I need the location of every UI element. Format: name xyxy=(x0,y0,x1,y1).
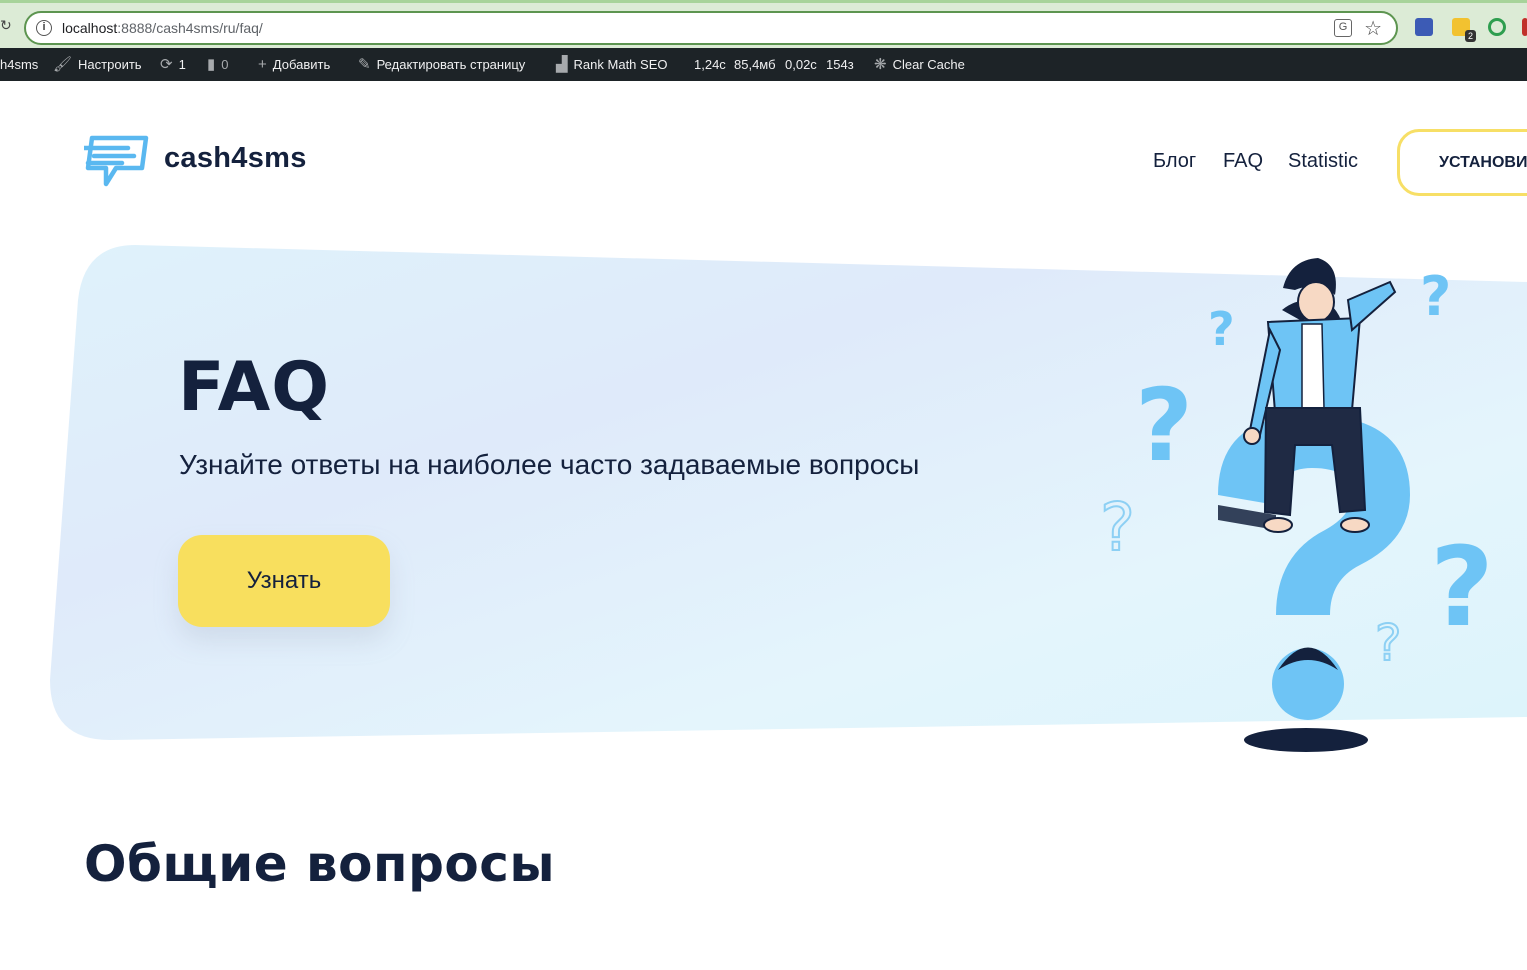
admin-customize-label: Настроить xyxy=(78,57,142,72)
admin-stat-memory[interactable]: 85,4мб xyxy=(734,48,776,81)
install-button[interactable]: УСТАНОВИТЬ xyxy=(1397,129,1527,196)
admin-edit-page[interactable]: ✎ Редактировать страницу xyxy=(358,48,525,81)
admin-clear-cache-label: Clear Cache xyxy=(892,57,965,72)
nav-faq[interactable]: FAQ xyxy=(1223,150,1263,173)
hero-subtitle: Узнайте ответы на наиболее часто задавае… xyxy=(179,449,920,480)
updates-count: 1 xyxy=(178,57,186,72)
admin-site-name[interactable]: h4sms xyxy=(0,48,38,81)
learn-button[interactable]: Узнать xyxy=(178,535,390,627)
address-bar[interactable]: i localhost:8888/cash4sms/ru/faq/ G ☆ xyxy=(24,11,1398,45)
question-mark-icon: ? xyxy=(1420,265,1451,328)
logo-text: cash4sms xyxy=(164,142,307,174)
extension-icon[interactable] xyxy=(1415,18,1433,36)
question-mark-outline-icon: ? xyxy=(1375,614,1402,672)
admin-stat-time[interactable]: 1,24с xyxy=(694,48,726,81)
nav-blog[interactable]: Блог xyxy=(1153,150,1196,173)
admin-clear-cache[interactable]: ❋ Clear Cache xyxy=(874,48,965,81)
extension-icon[interactable] xyxy=(1522,18,1527,36)
rank-math-icon: ▟ xyxy=(556,56,568,73)
admin-add-new[interactable]: + Добавить xyxy=(258,48,330,81)
bookmark-star-icon[interactable]: ☆ xyxy=(1364,16,1382,41)
admin-updates[interactable]: ⟳ 1 xyxy=(160,48,186,81)
updates-icon: ⟳ xyxy=(160,56,173,73)
extension-icon[interactable]: 2 xyxy=(1452,18,1476,42)
site-info-icon[interactable]: i xyxy=(36,20,52,36)
chat-logo-icon xyxy=(84,135,149,187)
pencil-icon: ✎ xyxy=(358,56,371,73)
question-mark-icon: ? xyxy=(1208,302,1235,356)
admin-comments[interactable]: ▮ 0 xyxy=(207,48,229,81)
wp-admin-bar: h4sms 🖌 Настроить ⟳ 1 ▮ 0 + Добавить ✎ Редакт… xyxy=(0,48,1527,81)
brush-icon: 🖌 xyxy=(53,56,73,73)
admin-rank-math[interactable]: ▟ Rank Math SEO xyxy=(556,48,667,81)
extension-badge: 2 xyxy=(1464,30,1476,42)
url-text[interactable]: localhost:8888/cash4sms/ru/faq/ xyxy=(62,20,263,36)
admin-stat-query-time[interactable]: 0,02с xyxy=(785,48,817,81)
admin-customize[interactable]: 🖌 Настроить xyxy=(53,48,142,81)
hero-title: FAQ xyxy=(178,348,331,427)
nav-statistic[interactable]: Statistic xyxy=(1288,150,1358,173)
question-mark-outline-icon: ? xyxy=(1100,489,1135,566)
grammarly-icon[interactable] xyxy=(1488,18,1506,36)
admin-add-new-label: Добавить xyxy=(272,57,331,72)
section-title: Общие вопросы xyxy=(84,835,556,893)
browser-toolbar: ↻ i localhost:8888/cash4sms/ru/faq/ G ☆ … xyxy=(0,0,1527,48)
url-host: localhost xyxy=(62,20,118,36)
question-mark-icon: ? xyxy=(1430,523,1494,651)
comment-icon: ▮ xyxy=(207,56,216,73)
admin-rank-math-label: Rank Math SEO xyxy=(573,57,668,72)
cheetah-icon: ❋ xyxy=(874,56,887,73)
admin-edit-page-label: Редактировать страницу xyxy=(376,57,526,72)
url-path: :8888/cash4sms/ru/faq/ xyxy=(117,20,263,36)
reload-icon[interactable]: ↻ xyxy=(0,17,12,34)
comments-count: 0 xyxy=(221,57,229,72)
translate-icon[interactable]: G xyxy=(1334,19,1352,37)
confused-man-illustration: ? ? ? ? ? ? xyxy=(1099,258,1494,752)
plus-icon: + xyxy=(258,56,267,73)
admin-stat-queries[interactable]: 154з xyxy=(826,48,854,81)
question-mark-icon: ? xyxy=(1135,367,1193,484)
